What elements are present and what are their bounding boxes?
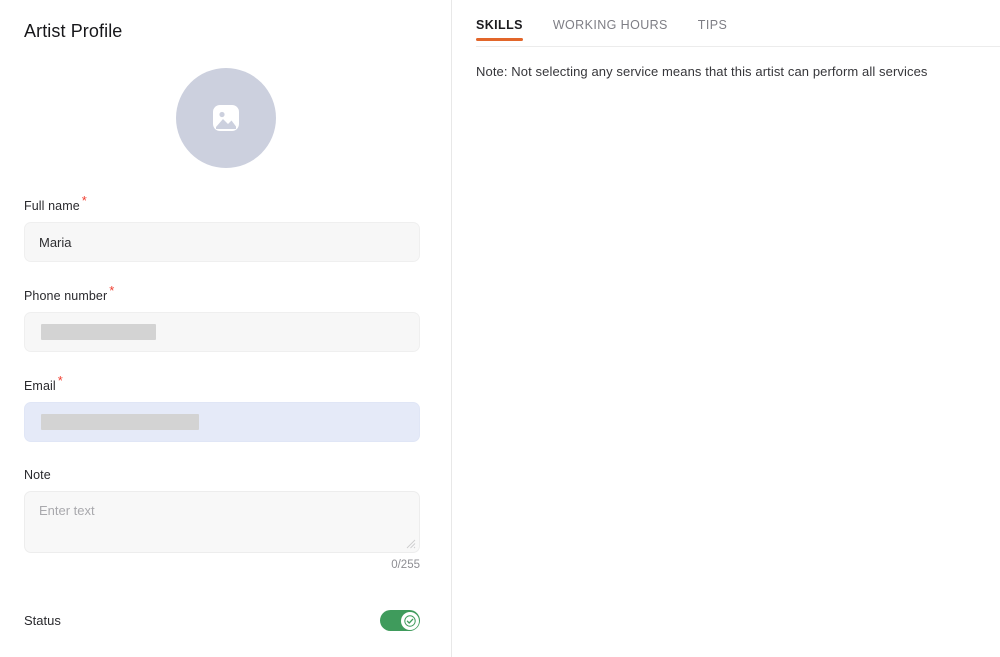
note-label: Note <box>24 468 51 482</box>
artist-form: Full name * Maria Phone number * Email *… <box>24 194 420 571</box>
note-character-counter: 0/255 <box>391 559 420 571</box>
skills-panel: SKILLS WORKING HOURS TIPS Note: Not sele… <box>452 0 1000 657</box>
field-phone-number: Phone number * <box>24 284 420 352</box>
email-redacted-value <box>41 414 199 430</box>
status-row: Status <box>24 610 420 631</box>
tab-bar-divider <box>476 46 1000 47</box>
required-asterisk: * <box>109 282 115 298</box>
tab-bar: SKILLS WORKING HOURS TIPS <box>476 18 727 41</box>
tab-working-hours[interactable]: WORKING HOURS <box>553 18 668 41</box>
note-placeholder: Enter text <box>39 503 95 518</box>
note-textarea[interactable]: Enter text <box>24 491 420 553</box>
page-title: Artist Profile <box>24 21 123 41</box>
avatar-container <box>0 68 451 168</box>
full-name-input[interactable]: Maria <box>24 222 420 262</box>
status-toggle[interactable] <box>380 610 420 631</box>
status-toggle-knob <box>400 611 419 630</box>
field-note: Note Enter text 0/255 <box>24 467 420 571</box>
required-asterisk: * <box>81 192 87 208</box>
full-name-value: Maria <box>39 234 72 250</box>
tab-tips[interactable]: TIPS <box>698 18 727 41</box>
phone-number-label: Phone number * <box>24 284 420 304</box>
field-full-name: Full name * Maria <box>24 194 420 262</box>
email-input[interactable] <box>24 402 420 442</box>
image-placeholder-icon <box>207 99 245 137</box>
status-label: Status <box>24 613 61 628</box>
required-asterisk: * <box>57 372 63 388</box>
phone-number-redacted-value <box>41 324 156 340</box>
artist-profile-panel: Artist Profile Full name * Maria Phone n… <box>0 0 452 657</box>
email-label: Email * <box>24 374 420 394</box>
resize-grip-icon[interactable] <box>406 539 416 549</box>
full-name-label: Full name * <box>24 194 420 214</box>
field-email: Email * <box>24 374 420 442</box>
phone-number-label-text: Phone number <box>24 289 108 303</box>
tab-skills[interactable]: SKILLS <box>476 18 523 41</box>
avatar[interactable] <box>175 68 276 168</box>
phone-number-input[interactable] <box>24 312 420 352</box>
artist-profile-page: Artist Profile Full name * Maria Phone n… <box>0 0 1000 657</box>
email-label-text: Email <box>24 379 56 393</box>
check-icon <box>403 614 416 627</box>
skills-note-text: Note: Not selecting any service means th… <box>476 64 928 79</box>
full-name-label-text: Full name <box>24 199 80 213</box>
